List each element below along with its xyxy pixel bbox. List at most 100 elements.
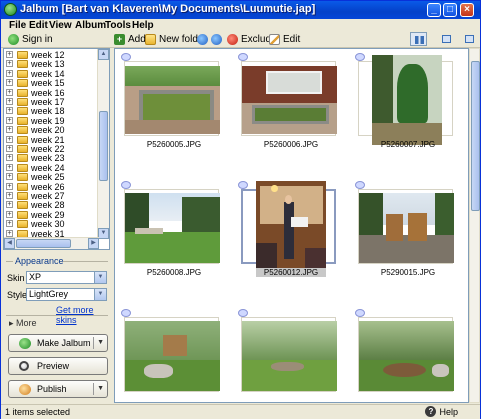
thumbnail-view-button[interactable]	[410, 32, 427, 46]
chevron-down-icon[interactable]: ▼	[97, 385, 104, 392]
scroll-right-icon[interactable]: ▶	[88, 238, 99, 249]
expand-icon[interactable]: +	[6, 229, 13, 237]
make-album-icon	[19, 338, 31, 349]
make-album-label: Make Jalbum	[37, 338, 91, 348]
expand-icon[interactable]: +	[6, 88, 13, 96]
sign-in-button[interactable]: Sign in	[8, 33, 53, 46]
divider	[6, 315, 108, 316]
add-label: Add	[128, 34, 146, 45]
minimize-button[interactable]: _	[427, 3, 441, 17]
title-bar[interactable]: Jalbum [Bart van Klaveren\My Documents\L…	[1, 1, 480, 19]
left-panel: + week 12 + week 13 + week 14 + week 15 + week 16…	[3, 48, 111, 404]
thumbnail-filename: P5260005.JPG	[146, 140, 202, 149]
expand-icon[interactable]: +	[6, 220, 13, 228]
exclude-icon	[227, 34, 238, 45]
preview-view-button[interactable]	[461, 32, 478, 46]
thumbnail-filename: P5260008.JPG	[146, 268, 202, 277]
preview-button[interactable]: Preview	[8, 357, 108, 375]
expand-icon[interactable]: +	[6, 201, 13, 209]
menu-album[interactable]: Album	[75, 19, 106, 32]
expand-icon[interactable]: +	[6, 69, 13, 77]
skin-select[interactable]: XP ▼	[26, 271, 107, 284]
menu-bar: File Edit View Album Tools Help	[1, 19, 480, 32]
thumbnail-item[interactable]: P5260006.JPG	[236, 51, 337, 153]
menu-file[interactable]: File	[9, 19, 26, 32]
menu-edit[interactable]: Edit	[29, 19, 48, 32]
detail-view-button[interactable]	[438, 32, 455, 46]
folder-tree[interactable]: + week 12 + week 13 + week 14 + week 15 + week 16…	[3, 48, 110, 250]
scroll-left-icon[interactable]: ◀	[4, 238, 15, 249]
comment-icon[interactable]	[355, 309, 365, 317]
chevron-down-icon[interactable]: ▼	[94, 272, 106, 283]
sign-in-icon	[8, 34, 19, 45]
edit-label: Edit	[283, 34, 301, 45]
thumbnail-item[interactable]: P5260005.JPG	[119, 51, 220, 153]
comment-icon[interactable]	[121, 309, 131, 317]
expand-icon[interactable]: +	[6, 154, 13, 162]
folder-icon	[17, 79, 28, 88]
rotate-right-button[interactable]	[211, 33, 222, 46]
make-album-button[interactable]: Make Jalbum ▼	[8, 334, 108, 352]
scroll-thumb[interactable]	[16, 239, 71, 248]
thumbnail-item[interactable]	[236, 307, 337, 402]
close-button[interactable]: ×	[460, 3, 474, 17]
comment-icon[interactable]	[238, 309, 248, 317]
expand-icon[interactable]: +	[6, 145, 13, 152]
jalbum-logo-icon	[4, 3, 17, 16]
rotate-left-button[interactable]	[197, 33, 208, 46]
thumbnail-item[interactable]: P5290015.JPG	[353, 179, 454, 281]
publish-button[interactable]: Publish ▼	[8, 380, 108, 398]
expand-icon[interactable]: +	[6, 192, 13, 199]
photo-thumbnail	[256, 181, 326, 276]
expand-icon[interactable]: +	[6, 79, 13, 87]
thumbnail-item[interactable]: P5260012.JPG	[236, 179, 336, 281]
menu-help[interactable]: Help	[132, 19, 154, 32]
tree-vertical-scrollbar[interactable]: ▲ ▼	[97, 49, 109, 239]
chevron-down-icon[interactable]: ▼	[94, 289, 106, 300]
comment-icon[interactable]	[238, 53, 248, 61]
main-scrollbar[interactable]	[469, 48, 480, 403]
expand-icon[interactable]: +	[6, 135, 13, 143]
expand-icon[interactable]: +	[6, 98, 13, 105]
expand-icon[interactable]: +	[6, 51, 13, 58]
scroll-thumb[interactable]	[99, 111, 108, 181]
chevron-down-icon[interactable]: ▼	[97, 339, 104, 346]
comment-icon[interactable]	[355, 181, 365, 189]
maximize-button[interactable]: □	[443, 3, 457, 17]
thumbnail-item[interactable]	[353, 307, 454, 402]
edit-button[interactable]: Edit	[269, 33, 300, 46]
expand-icon[interactable]: +	[6, 116, 13, 124]
expand-icon[interactable]: +	[6, 182, 13, 190]
expand-icon[interactable]: +	[6, 210, 13, 218]
expand-icon[interactable]: +	[6, 163, 13, 171]
photo-thumbnail	[125, 321, 220, 391]
scroll-down-icon[interactable]: ▼	[98, 228, 109, 239]
thumbnail-filename: P5260006.JPG	[263, 140, 319, 149]
expand-icon[interactable]: +	[6, 60, 13, 68]
menu-view[interactable]: View	[49, 19, 72, 32]
thumbnail-item[interactable]: P5260007.JPG	[353, 51, 453, 153]
toolbar: Sign in + Add New folder Exclude Edit	[1, 32, 480, 48]
thumbnail-frame	[124, 189, 220, 264]
expand-icon[interactable]: +	[6, 107, 13, 115]
comment-icon[interactable]	[355, 53, 365, 61]
expand-icon[interactable]: +	[6, 126, 13, 134]
folder-icon	[17, 88, 28, 97]
scroll-thumb[interactable]	[471, 61, 480, 211]
expand-icon[interactable]: +	[6, 173, 13, 181]
add-button[interactable]: + Add	[114, 33, 146, 46]
comment-icon[interactable]	[121, 53, 131, 61]
tree-horizontal-scrollbar[interactable]: ◀ ▶	[4, 237, 99, 249]
comment-icon[interactable]	[238, 181, 248, 189]
thumbnail-caption: P5290015.JPG	[353, 268, 463, 277]
scroll-up-icon[interactable]: ▲	[98, 49, 109, 60]
thumbnail-item[interactable]	[119, 307, 220, 402]
style-select[interactable]: LightGrey ▼	[26, 288, 107, 301]
menu-tools[interactable]: Tools	[105, 19, 131, 32]
comment-icon[interactable]	[121, 181, 131, 189]
help-button[interactable]: ? Help	[425, 406, 458, 417]
thumbnail-caption: P5260008.JPG	[119, 268, 229, 277]
more-toggle[interactable]: ▸ More	[9, 318, 37, 329]
thumbnail-grid[interactable]: P5260005.JPG P5260006.JPG P5260007.JPG P526…	[114, 48, 469, 403]
thumbnail-item[interactable]: P5260008.JPG	[119, 179, 220, 281]
